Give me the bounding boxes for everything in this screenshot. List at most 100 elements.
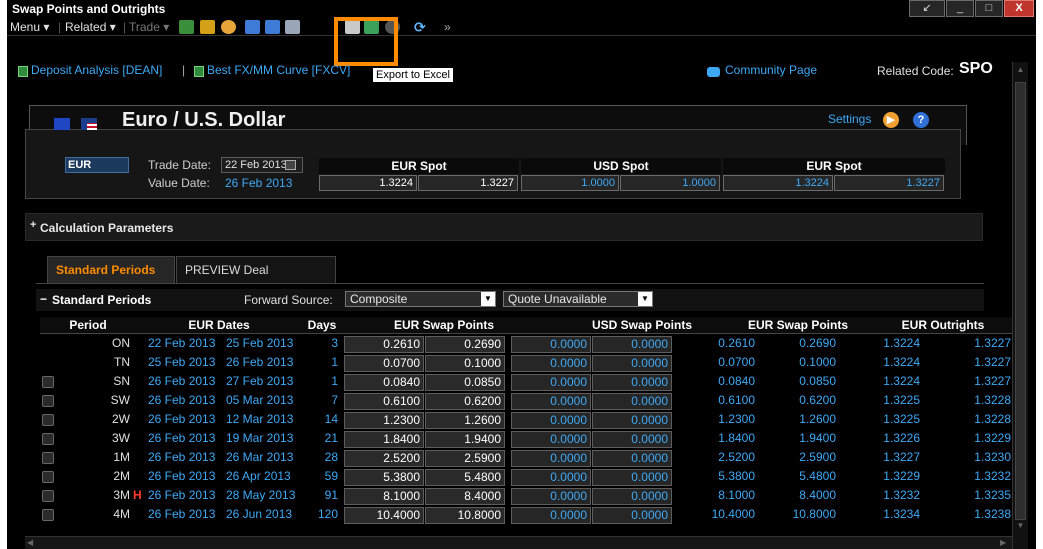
best-fx-link[interactable]: Best FX/MM Curve [FXCV] bbox=[207, 63, 350, 77]
row-checkbox[interactable] bbox=[42, 433, 54, 445]
eur-swap-ask-input[interactable]: 0.6200 bbox=[425, 393, 505, 410]
eur-swap-ask-input[interactable]: 0.1000 bbox=[425, 355, 505, 372]
row-checkbox[interactable] bbox=[42, 395, 54, 407]
save-icon[interactable] bbox=[245, 20, 260, 34]
save-as-icon[interactable] bbox=[265, 20, 280, 34]
usd-swap-ask-input[interactable]: 0.0000 bbox=[592, 431, 672, 448]
eur-swap-bid-input[interactable]: 0.6100 bbox=[344, 393, 424, 410]
usd-swap-bid-input[interactable]: 0.0000 bbox=[511, 469, 591, 486]
table-row[interactable]: 3W 26 Feb 2013 19 Mar 2013 21 1.8400 1.9400 0.… bbox=[40, 430, 1014, 449]
eur-swap-ask-input[interactable]: 10.8000 bbox=[425, 507, 505, 524]
scroll-left-icon[interactable]: ◀ bbox=[27, 538, 33, 547]
refresh-icon[interactable]: ⟳ bbox=[414, 20, 429, 34]
usd-swap-ask-input[interactable]: 0.0000 bbox=[592, 507, 672, 524]
close-button[interactable]: X bbox=[1004, 0, 1034, 17]
usd-swap-bid-input[interactable]: 0.0000 bbox=[511, 336, 591, 353]
usd-swap-ask-input[interactable]: 0.0000 bbox=[592, 450, 672, 467]
eur-swap-ask-input[interactable]: 2.5900 bbox=[425, 450, 505, 467]
tab-preview-deal-calculation[interactable]: PREVIEW Deal Calculation bbox=[176, 256, 336, 304]
eur-swap-ask-input[interactable]: 1.2600 bbox=[425, 412, 505, 429]
settings-play-icon[interactable]: ▶ bbox=[883, 112, 899, 128]
eur-spot-ask[interactable]: 1.3227 bbox=[418, 175, 518, 191]
eur-swap-ask-input[interactable]: 0.0850 bbox=[425, 374, 505, 391]
table-row[interactable]: 4M 26 Feb 2013 26 Jun 2013 120 10.4000 10.800… bbox=[40, 506, 1014, 525]
usd-swap-ask-input[interactable]: 0.0000 bbox=[592, 469, 672, 486]
usd-swap-bid-input[interactable]: 0.0000 bbox=[511, 507, 591, 524]
usd-swap-bid-input[interactable]: 0.0000 bbox=[511, 412, 591, 429]
usd-swap-ask-input[interactable]: 0.0000 bbox=[592, 336, 672, 353]
eur-spot-bid[interactable]: 1.3224 bbox=[319, 175, 417, 191]
scroll-up-icon[interactable]: ▲ bbox=[1015, 65, 1026, 76]
usd-swap-bid-input[interactable]: 0.0000 bbox=[511, 431, 591, 448]
usd-swap-ask-input[interactable]: 0.0000 bbox=[592, 374, 672, 391]
help-icon[interactable]: ? bbox=[913, 112, 929, 128]
row-checkbox[interactable] bbox=[42, 490, 54, 502]
row-checkbox[interactable] bbox=[42, 414, 54, 426]
eur-swap-ask-input[interactable]: 8.4000 bbox=[425, 488, 505, 505]
users-icon[interactable] bbox=[200, 20, 215, 34]
eur-swap-bid-input[interactable]: 0.0840 bbox=[344, 374, 424, 391]
tab-standard-periods[interactable]: Standard Periods bbox=[47, 256, 175, 283]
eur-swap-bid-input[interactable]: 2.5200 bbox=[344, 450, 424, 467]
vertical-scrollbar[interactable]: ▲ ▼ bbox=[1012, 62, 1028, 549]
usd-spot-bid[interactable]: 1.0000 bbox=[521, 175, 619, 191]
settings-link[interactable]: Settings bbox=[828, 112, 871, 126]
eur-spot2-ask[interactable]: 1.3227 bbox=[834, 175, 944, 191]
table-row[interactable]: 1M 26 Feb 2013 26 Mar 2013 28 2.5200 2.5900 0.… bbox=[40, 449, 1014, 468]
table-row[interactable]: TN 25 Feb 2013 26 Feb 2013 1 0.0700 0.1000 0.0… bbox=[40, 354, 1014, 373]
usd-swap-ask-input[interactable]: 0.0000 bbox=[592, 412, 672, 429]
quote-select[interactable]: Quote Unavailable ▼ bbox=[503, 291, 653, 307]
table-row[interactable]: SN 26 Feb 2013 27 Feb 2013 1 0.0840 0.0850 0.0… bbox=[40, 373, 1014, 392]
row-checkbox[interactable] bbox=[42, 452, 54, 464]
eur-swap-bid-input[interactable]: 1.2300 bbox=[344, 412, 424, 429]
table-row[interactable]: 3M H 26 Feb 2013 28 May 2013 91 8.1000 8.4000 0… bbox=[40, 487, 1014, 506]
eur-swap-bid-input[interactable]: 0.2610 bbox=[344, 336, 424, 353]
eur-swap-bid-input[interactable]: 0.0700 bbox=[344, 355, 424, 372]
scroll-down-icon[interactable]: ▼ bbox=[1015, 521, 1026, 532]
related-dropdown[interactable]: Related ▾ bbox=[65, 20, 116, 34]
table-row[interactable]: SW 26 Feb 2013 05 Mar 2013 7 0.6100 0.6200 0.0… bbox=[40, 392, 1014, 411]
forward-source-select[interactable]: Composite ▼ bbox=[345, 291, 496, 307]
table-row[interactable]: 2W 26 Feb 2013 12 Mar 2013 14 1.2300 1.2600 0.… bbox=[40, 411, 1014, 430]
row-checkbox[interactable] bbox=[42, 509, 54, 521]
usd-swap-bid-input[interactable]: 0.0000 bbox=[511, 393, 591, 410]
usd-swap-bid-input[interactable]: 0.0000 bbox=[511, 450, 591, 467]
eur-swap-ask-input[interactable]: 0.2690 bbox=[425, 336, 505, 353]
usd-swap-ask-input[interactable]: 0.0000 bbox=[592, 488, 672, 505]
usd-swap-ask-input[interactable]: 0.0000 bbox=[592, 355, 672, 372]
calculation-parameters-section[interactable]: + Calculation Parameters bbox=[25, 213, 983, 241]
usd-swap-bid-input[interactable]: 0.0000 bbox=[511, 355, 591, 372]
row-checkbox[interactable] bbox=[42, 376, 54, 388]
row-checkbox[interactable] bbox=[42, 471, 54, 483]
news-icon[interactable] bbox=[221, 20, 236, 34]
scroll-right-icon[interactable]: ▶ bbox=[1000, 538, 1006, 547]
collapse-icon[interactable]: − bbox=[40, 292, 47, 306]
table-row[interactable]: ON 22 Feb 2013 25 Feb 2013 3 0.2610 0.2690 0.0… bbox=[40, 335, 1014, 354]
usd-swap-bid-input[interactable]: 0.0000 bbox=[511, 374, 591, 391]
calendar-icon[interactable] bbox=[285, 160, 296, 170]
eur-swap-bid-input[interactable]: 5.3800 bbox=[344, 469, 424, 486]
more-toolbar-button[interactable]: » bbox=[444, 20, 451, 34]
eur-swap-bid-input[interactable]: 1.8400 bbox=[344, 431, 424, 448]
expand-icon[interactable]: + bbox=[30, 219, 36, 231]
horizontal-scrollbar[interactable]: ◀ ▶ bbox=[25, 536, 1012, 549]
currency-code-field[interactable]: EUR bbox=[65, 157, 129, 173]
trade-dropdown[interactable]: Trade ▾ bbox=[129, 20, 169, 34]
eur-swap-bid-input[interactable]: 8.1000 bbox=[344, 488, 424, 505]
eur-spot2-bid[interactable]: 1.3224 bbox=[723, 175, 833, 191]
usd-swap-bid-input[interactable]: 0.0000 bbox=[511, 488, 591, 505]
restore-button[interactable]: ↙ bbox=[909, 0, 945, 17]
eur-swap-ask-input[interactable]: 1.9400 bbox=[425, 431, 505, 448]
table-row[interactable]: 2M 26 Feb 2013 26 Apr 2013 59 5.3800 5.4800 0.… bbox=[40, 468, 1014, 487]
deposit-analysis-link[interactable]: Deposit Analysis [DEAN] bbox=[31, 63, 162, 77]
usd-swap-ask-input[interactable]: 0.0000 bbox=[592, 393, 672, 410]
maximize-button[interactable]: □ bbox=[975, 0, 1003, 17]
eur-swap-ask-input[interactable]: 5.4800 bbox=[425, 469, 505, 486]
community-page-link[interactable]: Community Page bbox=[725, 63, 817, 77]
scrollbar-thumb[interactable] bbox=[1015, 82, 1026, 520]
eur-swap-bid-input[interactable]: 10.4000 bbox=[344, 507, 424, 524]
usd-spot-ask[interactable]: 1.0000 bbox=[620, 175, 720, 191]
print-icon[interactable] bbox=[285, 20, 300, 34]
minimize-button[interactable]: _ bbox=[946, 0, 974, 17]
menu-dropdown[interactable]: Menu ▾ bbox=[10, 20, 49, 34]
